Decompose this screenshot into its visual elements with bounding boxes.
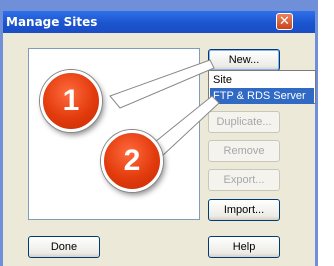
callout-1-number: 1 (62, 84, 80, 117)
callout-1-badge: 1 (40, 70, 102, 132)
callout-1-pointer (109, 59, 215, 109)
callout-pointers (109, 59, 220, 159)
callout-2-number: 2 (123, 144, 141, 177)
callout-2-badge: 2 (101, 130, 163, 192)
